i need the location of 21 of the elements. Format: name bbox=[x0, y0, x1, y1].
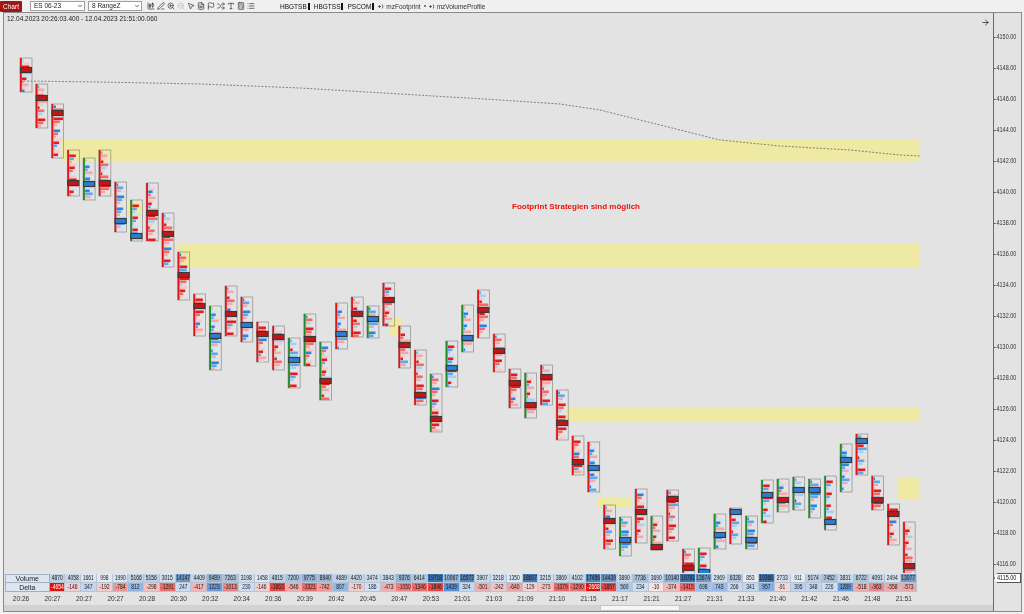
scrollbar-thumb[interactable] bbox=[600, 605, 680, 611]
flag-icon[interactable] bbox=[207, 2, 215, 10]
plus-icon bbox=[428, 3, 435, 9]
caret-icon bbox=[77, 3, 83, 9]
swatch-icon bbox=[372, 2, 375, 10]
list-icon[interactable] bbox=[247, 2, 255, 10]
zoom-in-icon[interactable] bbox=[167, 2, 175, 10]
shuffle-icon[interactable] bbox=[217, 2, 225, 10]
pointer-icon[interactable] bbox=[187, 2, 195, 10]
text-icon[interactable] bbox=[227, 2, 235, 10]
document-icon[interactable] bbox=[197, 2, 205, 10]
horizontal-scrollbar[interactable] bbox=[4, 605, 993, 611]
calculator-icon[interactable] bbox=[237, 2, 245, 10]
pen-icon[interactable] bbox=[157, 2, 165, 10]
swatch-icon bbox=[307, 2, 310, 10]
swatch-icon bbox=[341, 2, 344, 10]
arrow-right-icon[interactable] bbox=[980, 17, 990, 27]
caret-icon bbox=[134, 3, 140, 9]
chart-annotation: Footprint Strategien sind möglich bbox=[512, 202, 640, 211]
plus-icon bbox=[378, 3, 385, 9]
candlestick-icon[interactable] bbox=[147, 2, 155, 10]
